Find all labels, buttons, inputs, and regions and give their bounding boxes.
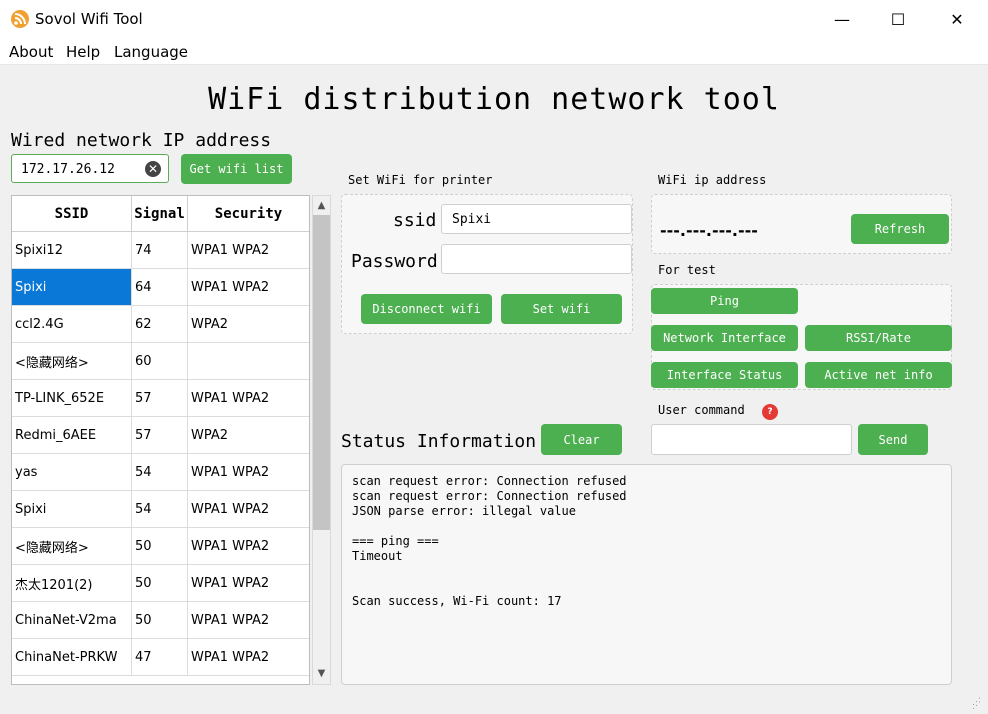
- resize-grip-icon[interactable]: ⋰ ⋰: [972, 698, 984, 712]
- maximize-button[interactable]: ☐: [869, 0, 927, 38]
- cell-signal[interactable]: 64: [131, 268, 188, 306]
- status-line: Timeout: [352, 549, 403, 563]
- app-wifi-icon: [11, 10, 29, 28]
- table-row[interactable]: yas 54 WPA1 WPA2: [12, 453, 309, 491]
- column-header-signal[interactable]: Signal: [131, 196, 188, 232]
- ping-button[interactable]: Ping: [651, 288, 798, 314]
- cell-signal[interactable]: 62: [131, 305, 188, 343]
- cell-security[interactable]: WPA1 WPA2: [187, 490, 309, 528]
- cell-signal[interactable]: 57: [131, 416, 188, 454]
- cell-ssid[interactable]: TP-LINK_652E: [12, 379, 132, 417]
- cell-signal[interactable]: 57: [131, 379, 188, 417]
- set-wifi-group-title: Set WiFi for printer: [345, 173, 496, 187]
- status-information-title: Status Information: [341, 431, 537, 452]
- menu-language[interactable]: Language: [114, 43, 188, 61]
- clear-input-icon[interactable]: ✕: [145, 161, 161, 177]
- refresh-button[interactable]: Refresh: [851, 214, 949, 244]
- cell-ssid[interactable]: <隐藏网络>: [12, 342, 132, 380]
- password-input[interactable]: [441, 244, 632, 274]
- table-row[interactable]: Spixi 64 WPA1 WPA2: [12, 268, 309, 306]
- user-command-label: User command: [655, 403, 748, 417]
- table-row[interactable]: <隐藏网络> 60: [12, 342, 309, 380]
- cell-security[interactable]: WPA1 WPA2: [187, 564, 309, 602]
- user-command-input[interactable]: [651, 424, 852, 455]
- table-row[interactable]: ChinaNet-PRKW 47 WPA1 WPA2: [12, 638, 309, 676]
- scrollbar-thumb[interactable]: [313, 215, 330, 530]
- table-row[interactable]: Spixi12 74 WPA1 WPA2: [12, 231, 309, 269]
- active-net-info-button[interactable]: Active net info: [805, 362, 952, 388]
- rssi-rate-button[interactable]: RSSI/Rate: [805, 325, 952, 351]
- table-row[interactable]: Redmi_6AEE 57 WPA2: [12, 416, 309, 454]
- cell-signal[interactable]: 54: [131, 490, 188, 528]
- table-row[interactable]: ccl2.4G 62 WPA2: [12, 305, 309, 343]
- cell-security[interactable]: WPA1 WPA2: [187, 231, 309, 269]
- wired-ip-value: 172.17.26.12: [21, 162, 115, 177]
- cell-security[interactable]: WPA1 WPA2: [187, 638, 309, 676]
- wifi-ip-value: ---.---.---.---: [660, 221, 758, 240]
- cell-ssid[interactable]: ccl2.4G: [12, 305, 132, 343]
- cell-security[interactable]: WPA1 WPA2: [187, 601, 309, 639]
- cell-ssid[interactable]: ChinaNet-V2ma: [12, 601, 132, 639]
- table-row[interactable]: Spixi 54 WPA1 WPA2: [12, 490, 309, 528]
- cell-ssid[interactable]: yas: [12, 453, 132, 491]
- status-line: scan request error: Connection refused: [352, 489, 627, 503]
- column-header-security[interactable]: Security: [187, 196, 309, 232]
- network-interface-button[interactable]: Network Interface: [651, 325, 798, 351]
- cell-security[interactable]: WPA1 WPA2: [187, 268, 309, 306]
- cell-signal[interactable]: 50: [131, 601, 188, 639]
- status-line: JSON parse error: illegal value: [352, 504, 576, 518]
- cell-ssid[interactable]: 杰太1201(2): [12, 564, 132, 602]
- menu-help[interactable]: Help: [66, 43, 100, 61]
- table-row[interactable]: TP-LINK_652E 57 WPA1 WPA2: [12, 379, 309, 417]
- menu-about[interactable]: About: [9, 43, 53, 61]
- cell-ssid[interactable]: Spixi: [12, 268, 132, 306]
- for-test-group-title: For test: [655, 263, 719, 277]
- close-button[interactable]: ✕: [928, 0, 986, 38]
- ssid-label: ssid: [393, 210, 437, 231]
- cell-signal[interactable]: 47: [131, 638, 188, 676]
- page-title: WiFi distribution network tool: [208, 82, 780, 117]
- cell-ssid[interactable]: ChinaNet-PRKW: [12, 638, 132, 676]
- interface-status-button[interactable]: Interface Status: [651, 362, 798, 388]
- table-row[interactable]: ChinaNet-V2ma 50 WPA1 WPA2: [12, 601, 309, 639]
- get-wifi-list-button[interactable]: Get wifi list: [181, 154, 292, 184]
- cell-security[interactable]: [187, 342, 309, 380]
- cell-security[interactable]: WPA2: [187, 416, 309, 454]
- status-line: Scan success, Wi-Fi count: 17: [352, 594, 562, 608]
- disconnect-wifi-button[interactable]: Disconnect wifi: [361, 294, 492, 324]
- minimize-button[interactable]: —: [813, 0, 871, 38]
- password-label: Password: [351, 251, 438, 272]
- send-button[interactable]: Send: [858, 424, 928, 455]
- clear-button[interactable]: Clear: [541, 424, 622, 455]
- status-line: scan request error: Connection refused: [352, 474, 627, 488]
- wired-ip-label: Wired network IP address: [11, 130, 272, 151]
- cell-ssid[interactable]: Redmi_6AEE: [12, 416, 132, 454]
- window-title: Sovol Wifi Tool: [35, 10, 143, 28]
- cell-security[interactable]: WPA2: [187, 305, 309, 343]
- help-icon[interactable]: ?: [762, 404, 778, 420]
- cell-security[interactable]: WPA1 WPA2: [187, 527, 309, 565]
- cell-signal[interactable]: 50: [131, 527, 188, 565]
- status-line: === ping ===: [352, 534, 439, 548]
- table-row[interactable]: 杰太1201(2) 50 WPA1 WPA2: [12, 564, 309, 602]
- column-header-ssid[interactable]: SSID: [12, 196, 132, 232]
- cell-ssid[interactable]: Spixi: [12, 490, 132, 528]
- set-wifi-button[interactable]: Set wifi: [501, 294, 622, 324]
- wifi-list-table: SSID Signal Security Spixi12 74 WPA1 WPA2 S…: [11, 195, 310, 685]
- cell-security[interactable]: WPA1 WPA2: [187, 379, 309, 417]
- cell-ssid[interactable]: <隐藏网络>: [12, 527, 132, 565]
- cell-ssid[interactable]: Spixi12: [12, 231, 132, 269]
- cell-signal[interactable]: 74: [131, 231, 188, 269]
- scroll-up-icon[interactable]: ▲: [312, 197, 331, 215]
- cell-signal[interactable]: 60: [131, 342, 188, 380]
- cell-signal[interactable]: 50: [131, 564, 188, 602]
- cell-security[interactable]: WPA1 WPA2: [187, 453, 309, 491]
- scroll-down-icon[interactable]: ▼: [312, 665, 331, 683]
- table-row[interactable]: <隐藏网络> 50 WPA1 WPA2: [12, 527, 309, 565]
- wifi-ip-group-title: WiFi ip address: [655, 173, 770, 187]
- cell-signal[interactable]: 54: [131, 453, 188, 491]
- ssid-value: Spixi: [452, 212, 492, 227]
